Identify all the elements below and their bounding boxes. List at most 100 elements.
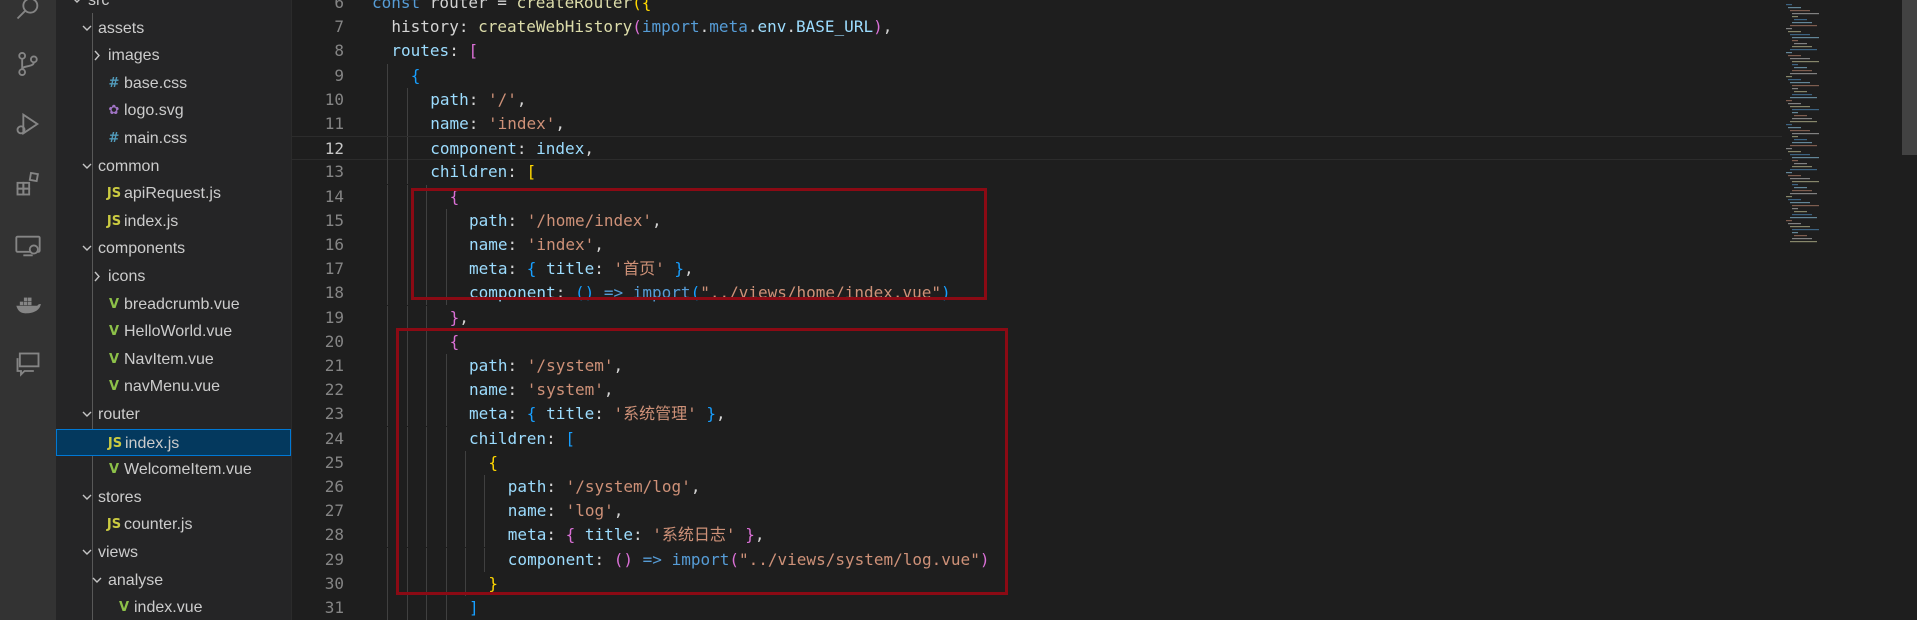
- tree-file[interactable]: V WelcomeItem.vue: [56, 456, 291, 483]
- tree-file[interactable]: Vindex.vue: [56, 594, 291, 620]
- minimap-line: [1792, 238, 1812, 240]
- extensions-icon[interactable]: [14, 170, 42, 198]
- tree-file[interactable]: JS index.js: [56, 428, 291, 456]
- line-number: 16: [324, 235, 344, 254]
- minimap-line: [1794, 67, 1807, 69]
- code-line[interactable]: 7 history: createWebHistory(import.meta.e…: [292, 15, 1782, 39]
- vscode-window: src assets images # base.css ✿ logo.svg # main.c…: [0, 0, 1917, 620]
- code-text: ]: [469, 596, 479, 620]
- minimap-line: [1792, 205, 1819, 207]
- code-text: name: 'index',: [430, 112, 565, 136]
- code-token: routes: [391, 41, 450, 61]
- indent-guide: [387, 426, 389, 451]
- minimap-line: [1790, 178, 1810, 180]
- minimap-line: [1786, 100, 1792, 102]
- tree-folder[interactable]: images: [56, 42, 291, 69]
- tree-folder[interactable]: assets: [56, 15, 291, 42]
- tree-file[interactable]: JS apiRequest.js: [56, 180, 291, 207]
- tree-folder[interactable]: src: [56, 0, 291, 14]
- code-line[interactable]: 31]: [292, 596, 1782, 620]
- minimap-line: [1790, 34, 1810, 36]
- tree-folder[interactable]: icons: [56, 263, 291, 290]
- indent-guide: [406, 160, 408, 185]
- tree-file[interactable]: V HelloWorld.vue: [56, 318, 291, 345]
- source-control-icon[interactable]: [14, 50, 42, 78]
- indent-guide: [387, 402, 389, 427]
- code-token: name: [430, 114, 469, 133]
- minimap-line: [1790, 145, 1817, 147]
- code-line[interactable]: 12 component: index,: [292, 136, 1782, 162]
- indent-guide: [387, 137, 389, 162]
- tree-label: logo.svg: [124, 102, 184, 120]
- tree-folder[interactable]: stores: [56, 484, 291, 511]
- minimap-line: [1786, 76, 1792, 78]
- minimap-line: [1792, 37, 1819, 39]
- tree-file[interactable]: VnavMenu.vue: [56, 373, 291, 400]
- code-line[interactable]: 11 name: 'index',: [292, 112, 1782, 136]
- comments-icon[interactable]: [14, 350, 42, 378]
- indent-guide: [445, 596, 447, 620]
- minimap-line: [1790, 106, 1810, 108]
- scrollbar-thumb[interactable]: [1902, 0, 1917, 155]
- minimap-line: [1792, 88, 1798, 90]
- minimap-line: [1792, 214, 1812, 216]
- annotation-box-system-route: [396, 328, 1008, 595]
- remote-explorer-icon[interactable]: [14, 232, 42, 260]
- code-line[interactable]: 13 children: [: [292, 160, 1782, 185]
- line-number: 22: [324, 380, 344, 400]
- tree-file[interactable]: # base.css: [56, 70, 291, 97]
- minimap-line: [1790, 193, 1817, 195]
- indent-guide: [426, 596, 428, 620]
- tree-file[interactable]: JS counter.js: [56, 511, 291, 538]
- activity-bar: [0, 0, 56, 620]
- css-file-icon: #: [108, 75, 120, 91]
- vue-file-icon: V: [108, 379, 120, 395]
- minimap-line: [1790, 202, 1810, 204]
- indent-guide: [387, 499, 389, 524]
- tree-folder[interactable]: router: [56, 401, 291, 428]
- code-text: const router = createRouter({: [372, 0, 651, 15]
- code-line[interactable]: 6 const router = createRouter({: [292, 0, 1782, 15]
- minimap-line: [1788, 55, 1801, 57]
- tree-label: views: [98, 544, 139, 561]
- tree-file[interactable]: # main.css: [56, 125, 291, 152]
- chevron-down-icon: [80, 539, 94, 566]
- minimap-line: [1788, 79, 1801, 81]
- vue-file-icon: V: [108, 462, 120, 478]
- minimap-line: [1788, 151, 1801, 153]
- tree-label: assets: [98, 19, 145, 37]
- minimap-line: [1792, 112, 1798, 114]
- tree-file[interactable]: Vbreadcrumb.vue: [56, 291, 291, 318]
- minimap-line: [1792, 13, 1819, 15]
- tree-file[interactable]: V NavItem.vue: [56, 346, 291, 373]
- code-editor[interactable]: 6 const router = createRouter({7 history: …: [292, 0, 1917, 620]
- search-icon[interactable]: [14, 0, 42, 22]
- run-debug-icon[interactable]: [14, 110, 42, 138]
- docker-icon[interactable]: [14, 290, 42, 318]
- code-line[interactable]: 9{: [292, 63, 1782, 88]
- indent-guide: [406, 208, 408, 233]
- code-token: (: [632, 17, 642, 37]
- tree-label: WelcomeItem.vue: [124, 461, 252, 479]
- minimap-line: [1792, 208, 1798, 210]
- minimap-line: [1794, 163, 1807, 165]
- line-number: 11: [324, 114, 344, 133]
- tree-label: navMenu.vue: [124, 378, 221, 396]
- tree-folder[interactable]: common: [56, 153, 291, 180]
- code-line[interactable]: 19},: [292, 305, 1782, 330]
- minimap-line: [1788, 199, 1801, 201]
- tree-folder[interactable]: analyse: [56, 567, 291, 594]
- tree-folder[interactable]: views: [56, 539, 291, 566]
- minimap-line: [1792, 181, 1819, 183]
- code-line[interactable]: 10 path: '/',: [292, 87, 1782, 112]
- tree-file[interactable]: JS index.js: [56, 208, 291, 235]
- code-line[interactable]: 8 routes: [: [292, 39, 1782, 63]
- vertical-scrollbar[interactable]: [1902, 0, 1917, 620]
- tree-file[interactable]: ✿ logo.svg: [56, 97, 291, 124]
- minimap[interactable]: [1782, 0, 1902, 620]
- tree-folder[interactable]: components: [56, 235, 291, 262]
- minimap-line: [1790, 82, 1810, 84]
- code-text: history: createWebHistory(import.meta.en…: [391, 15, 892, 39]
- tree-label: analyse: [108, 571, 164, 589]
- vue-file-icon: V: [108, 324, 120, 340]
